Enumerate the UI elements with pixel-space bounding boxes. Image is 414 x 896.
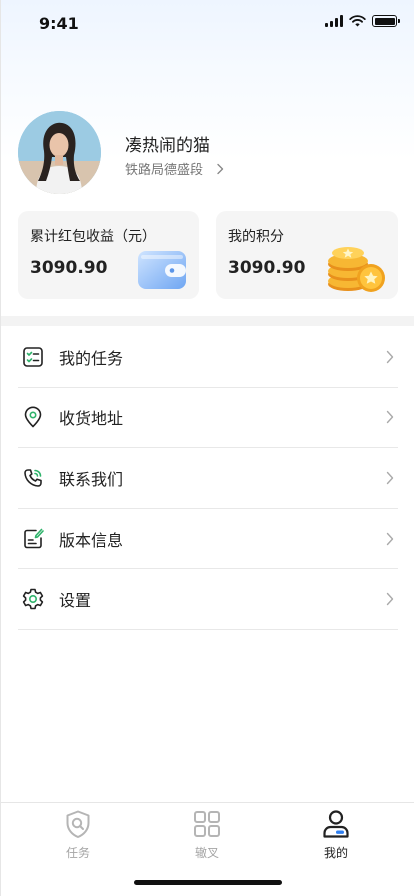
profile-header[interactable]: 凑热闹的猫 铁路局德盛段 bbox=[18, 111, 398, 195]
menu-item-shipping-address[interactable]: 收货地址 bbox=[18, 388, 398, 449]
chevron-right-icon bbox=[217, 163, 224, 174]
menu-item-label: 联系我们 bbox=[59, 469, 124, 489]
task-list-icon bbox=[21, 345, 45, 369]
menu-item-version-info[interactable]: 版本信息 bbox=[18, 509, 398, 570]
menu-item-label: 我的任务 bbox=[59, 348, 124, 368]
settings-menu: 我的任务 收货地址 联系我们 版本信息 设置 bbox=[18, 327, 398, 630]
chevron-right-icon bbox=[386, 411, 394, 424]
red-packet-title: 累计红包收益（元） bbox=[30, 229, 156, 245]
chevron-right-icon bbox=[386, 532, 394, 545]
gear-icon bbox=[21, 587, 45, 611]
tab-tasks[interactable]: 任务 bbox=[38, 809, 118, 861]
points-title: 我的积分 bbox=[228, 229, 284, 245]
phone-icon bbox=[21, 466, 45, 490]
wallet-icon bbox=[138, 251, 186, 289]
shield-search-icon bbox=[66, 810, 90, 838]
status-icons bbox=[325, 15, 400, 27]
status-bar: 9:41 bbox=[1, 0, 414, 48]
profile-name: 凑热闹的猫 bbox=[125, 136, 210, 156]
home-indicator[interactable] bbox=[134, 880, 282, 885]
avatar[interactable] bbox=[18, 111, 101, 194]
profile-subtitle-row[interactable]: 铁路局德盛段 bbox=[125, 159, 225, 178]
battery-icon bbox=[372, 15, 400, 27]
menu-item-label: 设置 bbox=[59, 591, 92, 611]
grid-icon bbox=[194, 811, 220, 837]
wifi-icon bbox=[349, 15, 366, 27]
document-edit-icon bbox=[21, 527, 45, 551]
profile-subtitle: 铁路局德盛段 bbox=[125, 163, 204, 178]
chevron-right-icon bbox=[386, 350, 394, 363]
location-pin-icon bbox=[21, 405, 45, 429]
menu-item-label: 版本信息 bbox=[59, 530, 124, 550]
tab-label: 我的 bbox=[323, 846, 348, 860]
menu-item-settings[interactable]: 设置 bbox=[18, 569, 398, 630]
section-divider bbox=[1, 316, 414, 326]
gold-coins-icon bbox=[328, 247, 385, 292]
red-packet-earnings-card[interactable]: 累计红包收益（元） 3090.90 bbox=[18, 211, 199, 299]
tab-label: 任务 bbox=[65, 846, 90, 860]
user-icon bbox=[323, 810, 349, 838]
avatar-image bbox=[18, 111, 101, 194]
red-packet-value: 3090.90 bbox=[30, 258, 108, 278]
tab-mine[interactable]: 我的 bbox=[296, 809, 376, 861]
cellular-signal-icon bbox=[325, 15, 343, 27]
tab-frog[interactable]: 辙叉 bbox=[167, 809, 247, 861]
chevron-right-icon bbox=[386, 471, 394, 485]
status-time: 9:41 bbox=[39, 14, 79, 33]
profile-screen: 9:41 凑热闹的猫 铁路局德盛段 累计红包收益（元） 3090.90 我的积分… bbox=[0, 0, 414, 896]
chevron-right-icon bbox=[386, 592, 394, 606]
points-value: 3090.90 bbox=[228, 258, 306, 278]
menu-item-my-tasks[interactable]: 我的任务 bbox=[18, 327, 398, 388]
my-points-card[interactable]: 我的积分 3090.90 bbox=[216, 211, 398, 299]
tab-label: 辙叉 bbox=[194, 846, 219, 860]
menu-item-label: 收货地址 bbox=[59, 409, 124, 429]
menu-item-contact-us[interactable]: 联系我们 bbox=[18, 448, 398, 509]
